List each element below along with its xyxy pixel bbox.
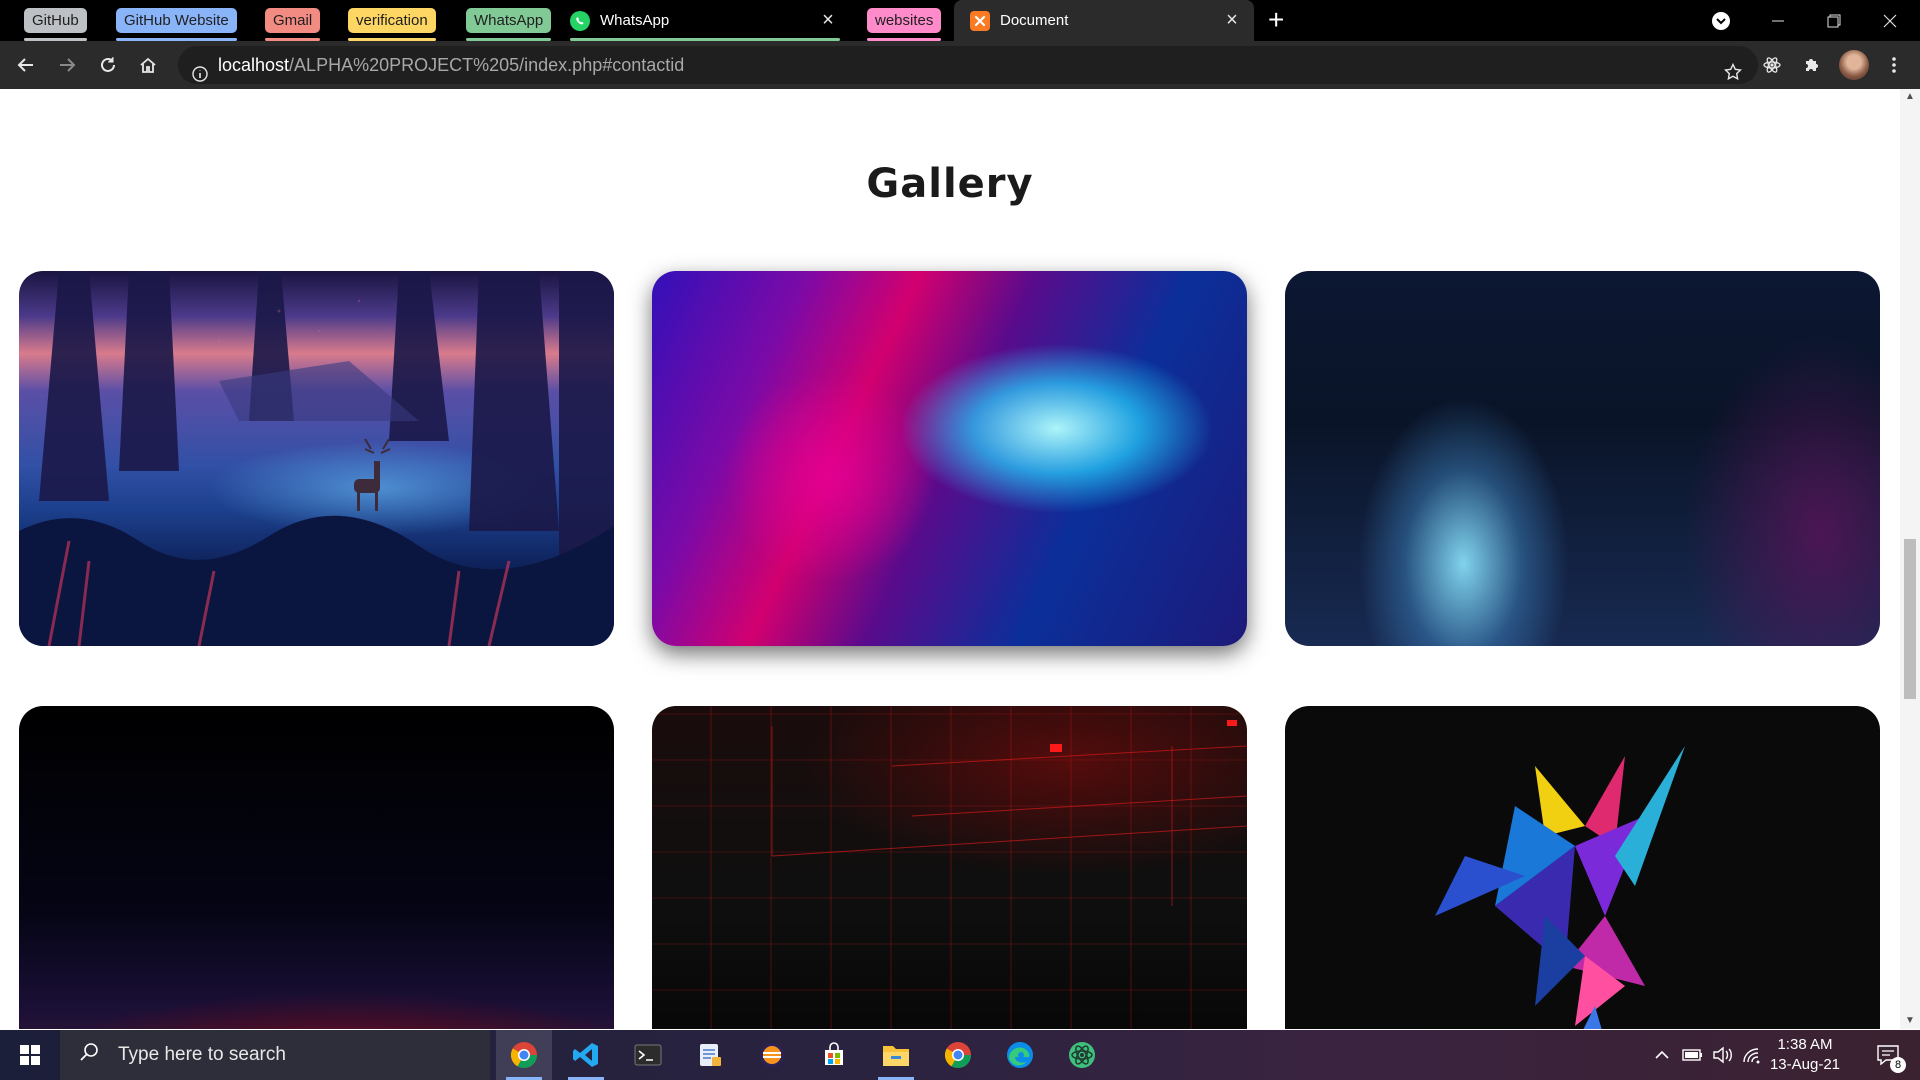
- tab-group-github[interactable]: GitHub: [24, 8, 87, 41]
- tray-chevron-up-icon[interactable]: [1650, 1030, 1674, 1080]
- whatsapp-icon: [570, 10, 590, 31]
- tab-group-gmail[interactable]: Gmail: [265, 8, 321, 41]
- gallery-card-dark-red[interactable]: [19, 706, 614, 1029]
- minimize-icon[interactable]: [1750, 0, 1806, 41]
- taskbar-eclipse-icon[interactable]: [744, 1030, 800, 1080]
- taskbar-chrome-icon[interactable]: [930, 1030, 986, 1080]
- tab-group-whatsapp[interactable]: WhatsApp: [466, 8, 552, 41]
- taskbar-edge-icon[interactable]: [992, 1030, 1048, 1080]
- taskbar-vscode-icon[interactable]: [558, 1030, 614, 1080]
- gallery-title: Gallery: [866, 161, 1034, 207]
- taskbar-terminal-icon[interactable]: [620, 1030, 676, 1080]
- volume-icon[interactable]: [1710, 1030, 1736, 1080]
- tab-strip: GitHub GitHub Website Gmail verification…: [0, 0, 1920, 41]
- close-window-icon[interactable]: [1862, 0, 1918, 41]
- search-icon: [78, 1041, 100, 1069]
- taskbar-store-icon[interactable]: [806, 1030, 862, 1080]
- gallery-card-forest[interactable]: [19, 271, 614, 646]
- reload-icon[interactable]: [94, 51, 122, 79]
- back-icon[interactable]: [12, 51, 40, 79]
- clock-time: 1:38 AM: [1777, 1036, 1833, 1053]
- react-devtools-icon[interactable]: [1758, 51, 1786, 79]
- notification-center-icon[interactable]: 8: [1868, 1030, 1908, 1080]
- tab-group-github-website[interactable]: GitHub Website: [116, 8, 237, 41]
- windows-start-icon[interactable]: [0, 1030, 60, 1080]
- windows-taskbar: Type here to search 1:38 AM 13-Aug-21 8: [0, 1030, 1920, 1080]
- notification-count-badge: 8: [1890, 1057, 1906, 1073]
- scroll-up-arrow[interactable]: ▲: [1900, 89, 1920, 105]
- tab-whatsapp[interactable]: WhatsApp ×: [560, 0, 850, 41]
- close-icon[interactable]: ×: [1222, 10, 1242, 30]
- tab-title: Document: [1000, 12, 1069, 29]
- restore-icon[interactable]: [1806, 0, 1862, 41]
- forward-icon[interactable]: [53, 51, 81, 79]
- url-path: /ALPHA%20PROJECT%205/index.php#contactid: [289, 55, 685, 75]
- tab-search-button[interactable]: [1693, 0, 1749, 41]
- url-host: localhost: [218, 55, 290, 75]
- scroll-down-arrow[interactable]: ▼: [1900, 1013, 1920, 1029]
- tab-group-verification[interactable]: verification: [348, 8, 436, 41]
- shard-illustration: [1435, 746, 1685, 1029]
- search-placeholder: Type here to search: [118, 1044, 286, 1065]
- scroll-thumb[interactable]: [1904, 539, 1916, 699]
- forest-illustration: [19, 271, 614, 646]
- taskbar-file-explorer-icon[interactable]: [868, 1030, 924, 1080]
- xampp-icon: [970, 10, 990, 31]
- tab-title: WhatsApp: [600, 12, 670, 29]
- battery-icon[interactable]: [1680, 1030, 1706, 1080]
- taskbar-atom-icon[interactable]: [1054, 1030, 1110, 1080]
- taskbar-notepad-icon[interactable]: [682, 1030, 738, 1080]
- deer-silhouette: [354, 438, 391, 511]
- taskbar-clock[interactable]: 1:38 AM 13-Aug-21: [1760, 1035, 1850, 1075]
- browser-toolbar: localhost/ALPHA%20PROJECT%205/index.php#…: [0, 41, 1920, 89]
- home-icon[interactable]: [134, 51, 162, 79]
- gallery-card-blue-glow[interactable]: [1285, 271, 1880, 646]
- menu-kebab-icon[interactable]: [1880, 51, 1908, 79]
- page-scrollbar[interactable]: ▲ ▼: [1900, 89, 1920, 1029]
- gallery-card-shard[interactable]: [1285, 706, 1880, 1029]
- tab-document[interactable]: Document ×: [954, 0, 1254, 41]
- taskbar-search-box[interactable]: Type here to search: [60, 1030, 490, 1080]
- tab-group-websites[interactable]: websites: [867, 8, 942, 41]
- new-tab-button[interactable]: +: [1268, 6, 1284, 34]
- extensions-puzzle-icon[interactable]: [1798, 51, 1826, 79]
- taskbar-chrome-profile-icon[interactable]: [496, 1030, 552, 1080]
- profile-avatar[interactable]: [1839, 50, 1869, 80]
- close-icon[interactable]: ×: [818, 10, 838, 30]
- gallery-card-circuit[interactable]: [652, 706, 1247, 1029]
- page-viewport: Gallery: [0, 89, 1900, 1029]
- circuit-illustration: [771, 720, 1247, 906]
- address-bar[interactable]: localhost/ALPHA%20PROJECT%205/index.php#…: [178, 46, 1758, 84]
- gallery-card-aurora[interactable]: [652, 271, 1247, 646]
- clock-date: 13-Aug-21: [1769, 1056, 1841, 1073]
